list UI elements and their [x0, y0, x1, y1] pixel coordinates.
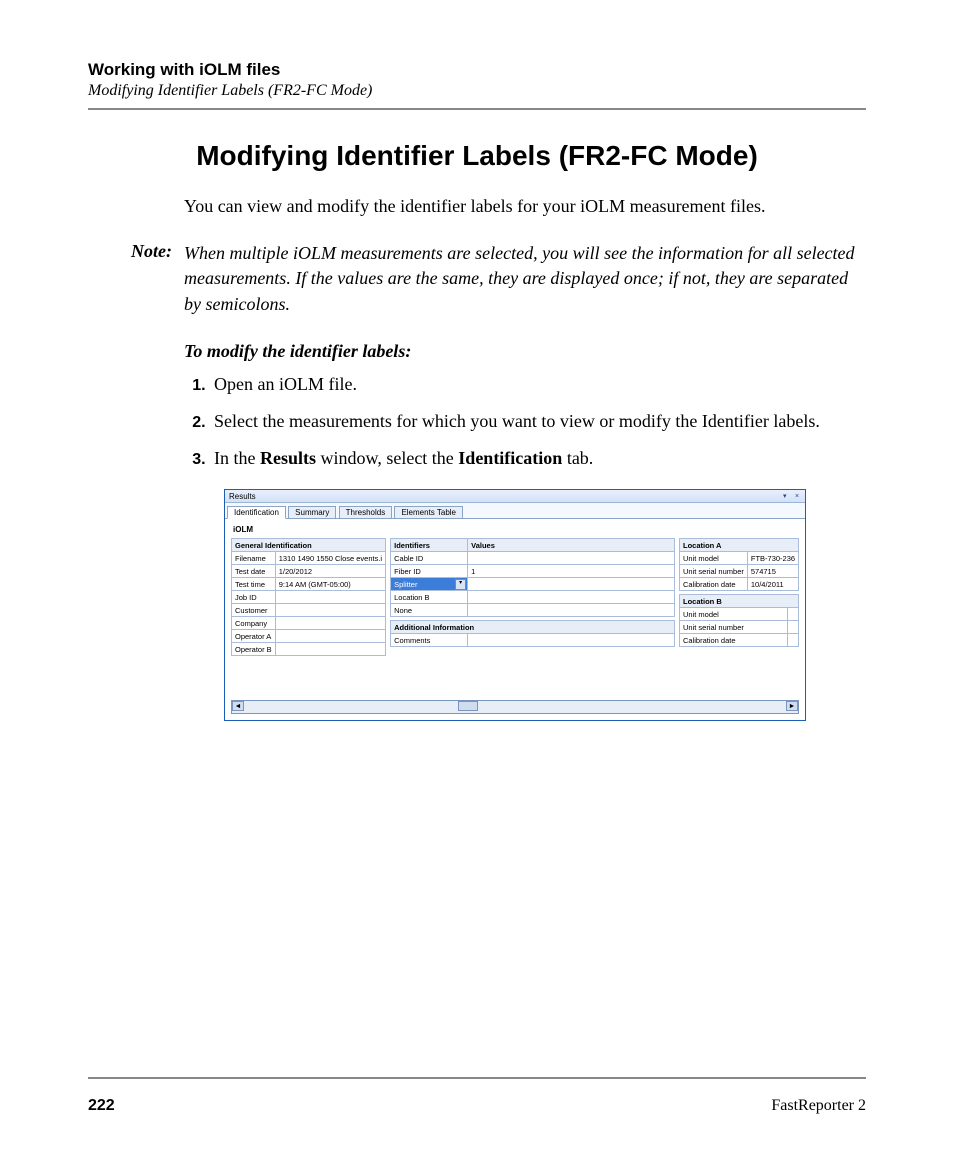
- chevron-down-icon[interactable]: ▾: [455, 579, 466, 590]
- panel-title: Results: [229, 492, 256, 501]
- intro-paragraph: You can view and modify the identifier l…: [184, 194, 866, 219]
- tab-summary[interactable]: Summary: [288, 506, 336, 518]
- table-row: Job ID: [232, 591, 386, 604]
- note-text: When multiple iOLM measurements are sele…: [184, 241, 866, 317]
- header-divider: [88, 108, 866, 110]
- general-header: General Identification: [232, 539, 386, 552]
- table-row: None: [391, 604, 675, 617]
- chapter-title: Working with iOLM files: [88, 60, 866, 80]
- table-row: Customer: [232, 604, 386, 617]
- panel-titlebar: Results ▾ ×: [225, 490, 805, 503]
- additional-info-table: Additional Information Comments: [390, 620, 675, 647]
- pin-icon[interactable]: ▾: [781, 493, 789, 501]
- step-1: Open an iOLM file.: [210, 372, 866, 397]
- tab-thresholds[interactable]: Thresholds: [339, 506, 393, 518]
- location-a-header: Location A: [680, 539, 799, 552]
- table-row: Company: [232, 617, 386, 630]
- location-a-table: Location A Unit modelFTB-730-236 Unit se…: [679, 538, 799, 591]
- table-row: Splitter ▾: [391, 578, 675, 591]
- table-row: Unit modelFTB-730-236: [680, 552, 799, 565]
- footer-divider: [88, 1077, 866, 1079]
- general-identification-table: General Identification Filename1310 1490…: [231, 538, 386, 656]
- table-row: Unit serial number: [680, 621, 799, 634]
- table-row: Unit model: [680, 608, 799, 621]
- close-icon[interactable]: ×: [793, 493, 801, 501]
- table-row: Test time9:14 AM (GMT-05:00): [232, 578, 386, 591]
- table-row: Calibration date: [680, 634, 799, 647]
- table-row: Cable ID: [391, 552, 675, 565]
- identifiers-table: Identifiers Values Cable ID Fiber ID1 Sp…: [390, 538, 675, 617]
- table-row: Operator A: [232, 630, 386, 643]
- iolm-label: iOLM: [233, 525, 799, 534]
- horizontal-scrollbar[interactable]: ◄ ►: [231, 700, 799, 714]
- scroll-right-button[interactable]: ►: [786, 701, 798, 711]
- table-row: Comments: [391, 634, 675, 647]
- product-name: FastReporter 2: [771, 1097, 866, 1115]
- identifiers-header: Identifiers: [391, 539, 468, 552]
- table-row: Calibration date10/4/2011: [680, 578, 799, 591]
- table-row: Test date1/20/2012: [232, 565, 386, 578]
- tab-elements-table[interactable]: Elements Table: [394, 506, 463, 518]
- note-block: Note: When multiple iOLM measurements ar…: [88, 241, 866, 317]
- page-title: Modifying Identifier Labels (FR2-FC Mode…: [88, 140, 866, 172]
- page-number: 222: [88, 1097, 115, 1115]
- table-row: Location B: [391, 591, 675, 604]
- step-2: Select the measurements for which you wa…: [210, 409, 866, 434]
- procedure-title: To modify the identifier labels:: [184, 341, 866, 362]
- section-subtitle: Modifying Identifier Labels (FR2-FC Mode…: [88, 82, 866, 100]
- results-panel: Results ▾ × Identification Summary Thres…: [224, 489, 806, 721]
- scroll-thumb[interactable]: [458, 701, 478, 711]
- location-b-header: Location B: [680, 595, 799, 608]
- additional-info-header: Additional Information: [391, 621, 675, 634]
- location-b-table: Location B Unit model Unit serial number…: [679, 594, 799, 647]
- panel-tabstrip: Identification Summary Thresholds Elemen…: [225, 503, 805, 519]
- table-row: Unit serial number574715: [680, 565, 799, 578]
- tab-identification[interactable]: Identification: [227, 506, 286, 519]
- step-3: In the Results window, select the Identi…: [210, 446, 866, 471]
- identifier-dropdown[interactable]: Splitter ▾: [391, 578, 468, 591]
- table-row: Fiber ID1: [391, 565, 675, 578]
- scroll-left-button[interactable]: ◄: [232, 701, 244, 711]
- values-header: Values: [468, 539, 675, 552]
- table-row: Filename1310 1490 1550 Close events.i: [232, 552, 386, 565]
- page-footer: 222 FastReporter 2: [88, 1097, 866, 1115]
- table-row: Operator B: [232, 643, 386, 656]
- procedure-steps: Open an iOLM file. Select the measuremen…: [184, 372, 866, 472]
- note-label: Note:: [88, 241, 184, 317]
